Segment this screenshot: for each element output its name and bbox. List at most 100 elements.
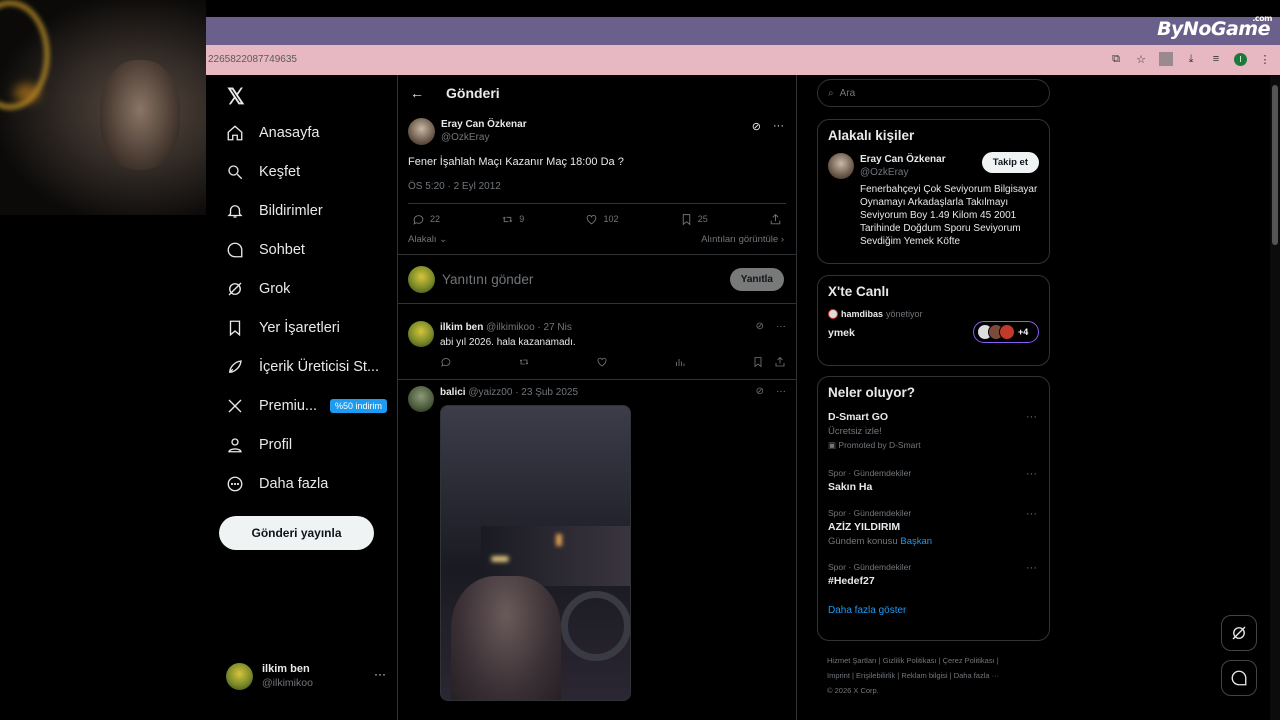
related-dropdown[interactable]: Alakalı ⌄: [408, 234, 447, 248]
trend-topic-link[interactable]: Başkan: [900, 536, 932, 547]
more-icon[interactable]: ···: [776, 386, 786, 397]
premium-discount-badge[interactable]: %50 indirim: [330, 399, 388, 413]
retweet-icon: [503, 216, 513, 222]
post-author[interactable]: Eray Can Özkenar @OzkEray ⊘ ···: [398, 115, 796, 147]
page-scrollbar[interactable]: [1270, 75, 1280, 720]
author-handle[interactable]: @OzkEray: [441, 131, 527, 144]
reply-submit-button[interactable]: Yanıtla: [729, 267, 784, 291]
bookmark-icon: [225, 318, 245, 338]
tweet-author-name[interactable]: balici: [440, 387, 466, 398]
account-switcher[interactable]: ilkim ben @ilkimikoo ···: [226, 661, 386, 691]
share-button[interactable]: [769, 213, 782, 226]
trend-category: Spor · Gündemdekiler: [828, 468, 912, 478]
heart-icon[interactable]: [596, 356, 608, 368]
account-handle: @ilkimikoo: [262, 677, 313, 689]
profile-avatar-icon[interactable]: I: [1234, 52, 1247, 66]
trend-item[interactable]: Spor · Gündemdekiler Sakın Ha ···: [818, 468, 1049, 493]
reply-input[interactable]: Yanıtını gönder: [442, 272, 730, 287]
avatar[interactable]: [408, 386, 434, 412]
trend-item[interactable]: Spor · Gündemdekiler #Hedef27 ···: [818, 562, 1049, 587]
scrollbar-thumb[interactable]: [1272, 85, 1278, 245]
sidebar-item-notifications[interactable]: Bildirimler: [225, 193, 323, 229]
media-icon[interactable]: ≡: [1209, 53, 1223, 65]
tweet-handle-date[interactable]: @ilkimikoo · 27 Nis: [486, 322, 572, 333]
install-icon[interactable]: ⧉: [1109, 53, 1123, 66]
post-timestamp[interactable]: ÖS 5:20 · 2 Eyl 2012: [398, 168, 796, 192]
trend-name[interactable]: Sakın Ha: [828, 481, 1039, 493]
avatar[interactable]: [408, 117, 435, 145]
live-participants[interactable]: +4: [973, 321, 1039, 343]
sidebar-item-grok[interactable]: Grok: [225, 271, 290, 307]
retweet-icon[interactable]: [518, 356, 530, 368]
avatar[interactable]: [828, 153, 854, 179]
sidebar-item-premium[interactable]: Premiu... %50 indirim: [225, 388, 388, 424]
footer-line[interactable]: Hizmet Şartları | Gizlilik Politikası | …: [827, 653, 1042, 668]
footer-line[interactable]: Imprint | Erişilebilirlik | Reklam bilgi…: [827, 668, 1042, 683]
more-icon[interactable]: ···: [773, 120, 784, 133]
related-user-name[interactable]: Eray Can Özkenar: [860, 153, 946, 166]
reply-button[interactable]: 22: [412, 213, 440, 226]
more-icon[interactable]: ···: [1026, 411, 1037, 423]
trend-item[interactable]: Spor · Gündemdekiler AZİZ YILDIRIM Günde…: [818, 508, 1049, 547]
more-icon[interactable]: ···: [374, 667, 386, 681]
tweet-handle-date[interactable]: @yaizz00 · 23 Şub 2025: [468, 387, 578, 398]
live-host[interactable]: hamdibas yönetiyor: [818, 299, 1049, 319]
grok-icon[interactable]: ⊘: [756, 321, 764, 332]
brand-logo: ByNoGame .com: [1157, 14, 1272, 40]
sidebar-item-more[interactable]: Daha fazla: [225, 466, 328, 502]
x-logo-icon[interactable]: 𝕏: [227, 84, 245, 110]
reply-tweet[interactable]: ilkim ben @ilkimikoo · 27 Nis ⊘ ··· abi y…: [398, 315, 796, 380]
trend-category: Spor · Gündemdekiler: [828, 508, 912, 518]
sidebar-item-bookmarks[interactable]: Yer İşaretleri: [225, 310, 340, 346]
x-app: 𝕏 Anasayfa Keşfet Bildirimler Sohbet Gro…: [206, 75, 1270, 720]
reply-composer: Yanıtını gönder Yanıtla: [398, 254, 796, 304]
sidebar-item-chat[interactable]: Sohbet: [225, 232, 305, 268]
related-user-handle[interactable]: @OzkEray: [860, 166, 946, 179]
grok-icon[interactable]: ⊘: [752, 120, 761, 133]
views-icon[interactable]: [674, 356, 686, 368]
show-more-link[interactable]: Daha fazla göster: [818, 605, 1049, 616]
sidebar-item-label: Keşfet: [259, 164, 301, 180]
tweet-author-name[interactable]: ilkim ben: [440, 322, 483, 333]
retweet-button[interactable]: 9: [501, 213, 524, 226]
trend-name[interactable]: #Hedef27: [828, 575, 1039, 587]
sidebar-item-creator-studio[interactable]: İçerik Üreticisi St...: [225, 349, 379, 385]
trend-item[interactable]: D-Smart GO Ücretsiz izle! ▣ Promoted by …: [818, 411, 1049, 451]
webcam-feed: [0, 0, 206, 215]
sidebar-item-profile[interactable]: Profil: [225, 427, 292, 463]
view-quotes-link[interactable]: Alıntıları görüntüle ›: [701, 234, 784, 248]
like-button[interactable]: 102: [585, 213, 619, 226]
sidebar-item-home[interactable]: Anasayfa: [225, 115, 319, 151]
share-icon[interactable]: [774, 356, 786, 368]
reply-tweet[interactable]: balici @yaizz00 · 23 Şub 2025 ⊘ ···: [398, 380, 796, 720]
back-arrow-icon[interactable]: ←: [410, 85, 424, 101]
tweet-video[interactable]: [440, 405, 631, 701]
more-icon[interactable]: ···: [1026, 562, 1037, 574]
live-space[interactable]: ymek +4: [818, 319, 1049, 343]
bookmark-button[interactable]: 25: [680, 213, 708, 226]
chat-fab[interactable]: [1221, 660, 1257, 696]
follow-button[interactable]: Takip et: [981, 152, 1039, 173]
post-button[interactable]: Gönderi yayınla: [219, 516, 374, 550]
avatar[interactable]: [408, 321, 434, 347]
kebab-menu-icon[interactable]: ⋮: [1258, 53, 1272, 66]
search-input[interactable]: ⌕ Ara: [817, 79, 1050, 107]
more-icon[interactable]: ···: [776, 321, 786, 332]
more-icon[interactable]: ···: [1026, 468, 1037, 480]
grok-fab[interactable]: [1221, 615, 1257, 651]
url-text[interactable]: 2265822087749635: [208, 54, 297, 65]
bookmark-icon[interactable]: [752, 356, 764, 368]
reply-icon[interactable]: [440, 356, 452, 368]
trend-name[interactable]: D-Smart GO: [828, 411, 1039, 423]
related-user[interactable]: Eray Can Özkenar @OzkEray Takip et: [818, 143, 1049, 179]
sidebar-item-explore[interactable]: Keşfet: [225, 154, 300, 190]
grok-icon[interactable]: ⊘: [756, 386, 764, 397]
trend-name[interactable]: AZİZ YILDIRIM: [828, 521, 1039, 533]
bookmark-icon: [682, 213, 690, 225]
star-icon[interactable]: ☆: [1134, 53, 1148, 66]
more-icon[interactable]: ···: [1026, 508, 1037, 520]
sidebar-item-label: İçerik Üreticisi St...: [259, 359, 380, 375]
address-bar[interactable]: 2265822087749635 ⧉ ☆ ⤓ ≡ I ⋮: [206, 45, 1280, 75]
author-name[interactable]: Eray Can Özkenar: [441, 118, 527, 131]
download-icon[interactable]: ⤓: [1184, 53, 1198, 66]
